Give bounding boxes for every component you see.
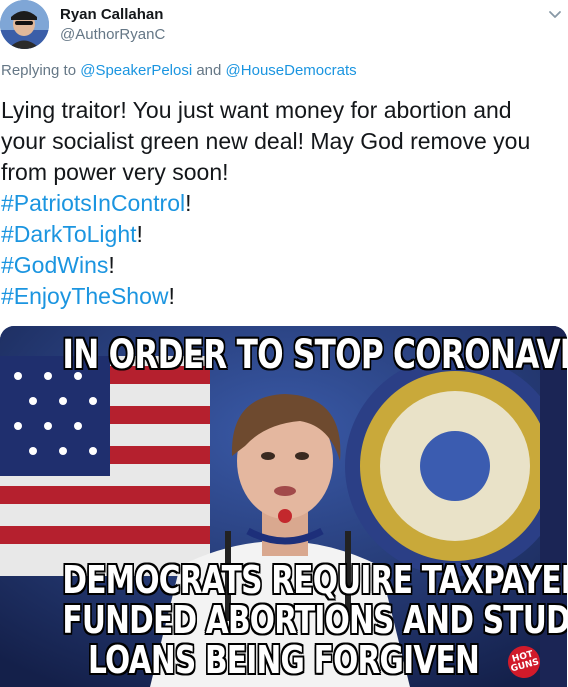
mention-speakerpelosi[interactable]: @SpeakerPelosi [80,62,192,79]
meme-bottom-line: LOANS BEING FORGIVEN [88,638,480,682]
hashtag-link[interactable]: #DarkToLight [1,221,137,247]
hashtag-suffix: ! [168,283,175,309]
avatar[interactable] [0,0,49,49]
meme-bottom-line: DEMOCRATS REQUIRE TAXPAYER [62,558,567,602]
author-name[interactable]: Ryan Callahan [60,6,163,23]
hashtag-line: #DarkToLight! [1,219,561,250]
reply-and: and [196,62,222,79]
chevron-down-icon[interactable] [546,5,564,23]
reply-prefix: Replying to [1,62,77,79]
hashtag-link[interactable]: #GodWins [1,252,108,278]
hashtag-link[interactable]: #EnjoyTheShow [1,283,169,309]
tweet-line: your socialist green new deal! May God r… [1,128,531,154]
hashtag-link[interactable]: #PatriotsInControl [1,190,185,216]
tweet-line: Lying traitor! You just want money for a… [1,97,512,123]
hashtag-suffix: ! [136,221,143,247]
meme-top-caption: IN ORDER TO STOP CORONAVIRUS [62,332,567,378]
reply-context: Replying to @SpeakerPelosi and @HouseDem… [1,62,357,79]
tweet-text: Lying traitor! You just want money for a… [1,95,561,312]
meme-bottom-caption: DEMOCRATS REQUIRE TAXPAYER FUNDED ABORTI… [62,558,567,682]
tweet-line: from power very soon! [1,159,229,185]
hashtag-suffix: ! [185,190,192,216]
hashtag-line: #EnjoyTheShow! [1,281,561,312]
hashtag-line: #PatriotsInControl! [1,188,561,219]
hashtag-suffix: ! [108,252,115,278]
tweet-image[interactable]: IN ORDER TO STOP CORONAVIRUS DEMOCRATS R… [0,326,567,687]
hashtag-line: #GodWins! [1,250,561,281]
mention-housedemocrats[interactable]: @HouseDemocrats [226,62,357,79]
author-handle[interactable]: @AuthorRyanC [60,26,165,43]
meme-bottom-line: FUNDED ABORTIONS AND STUDENT [62,598,567,642]
